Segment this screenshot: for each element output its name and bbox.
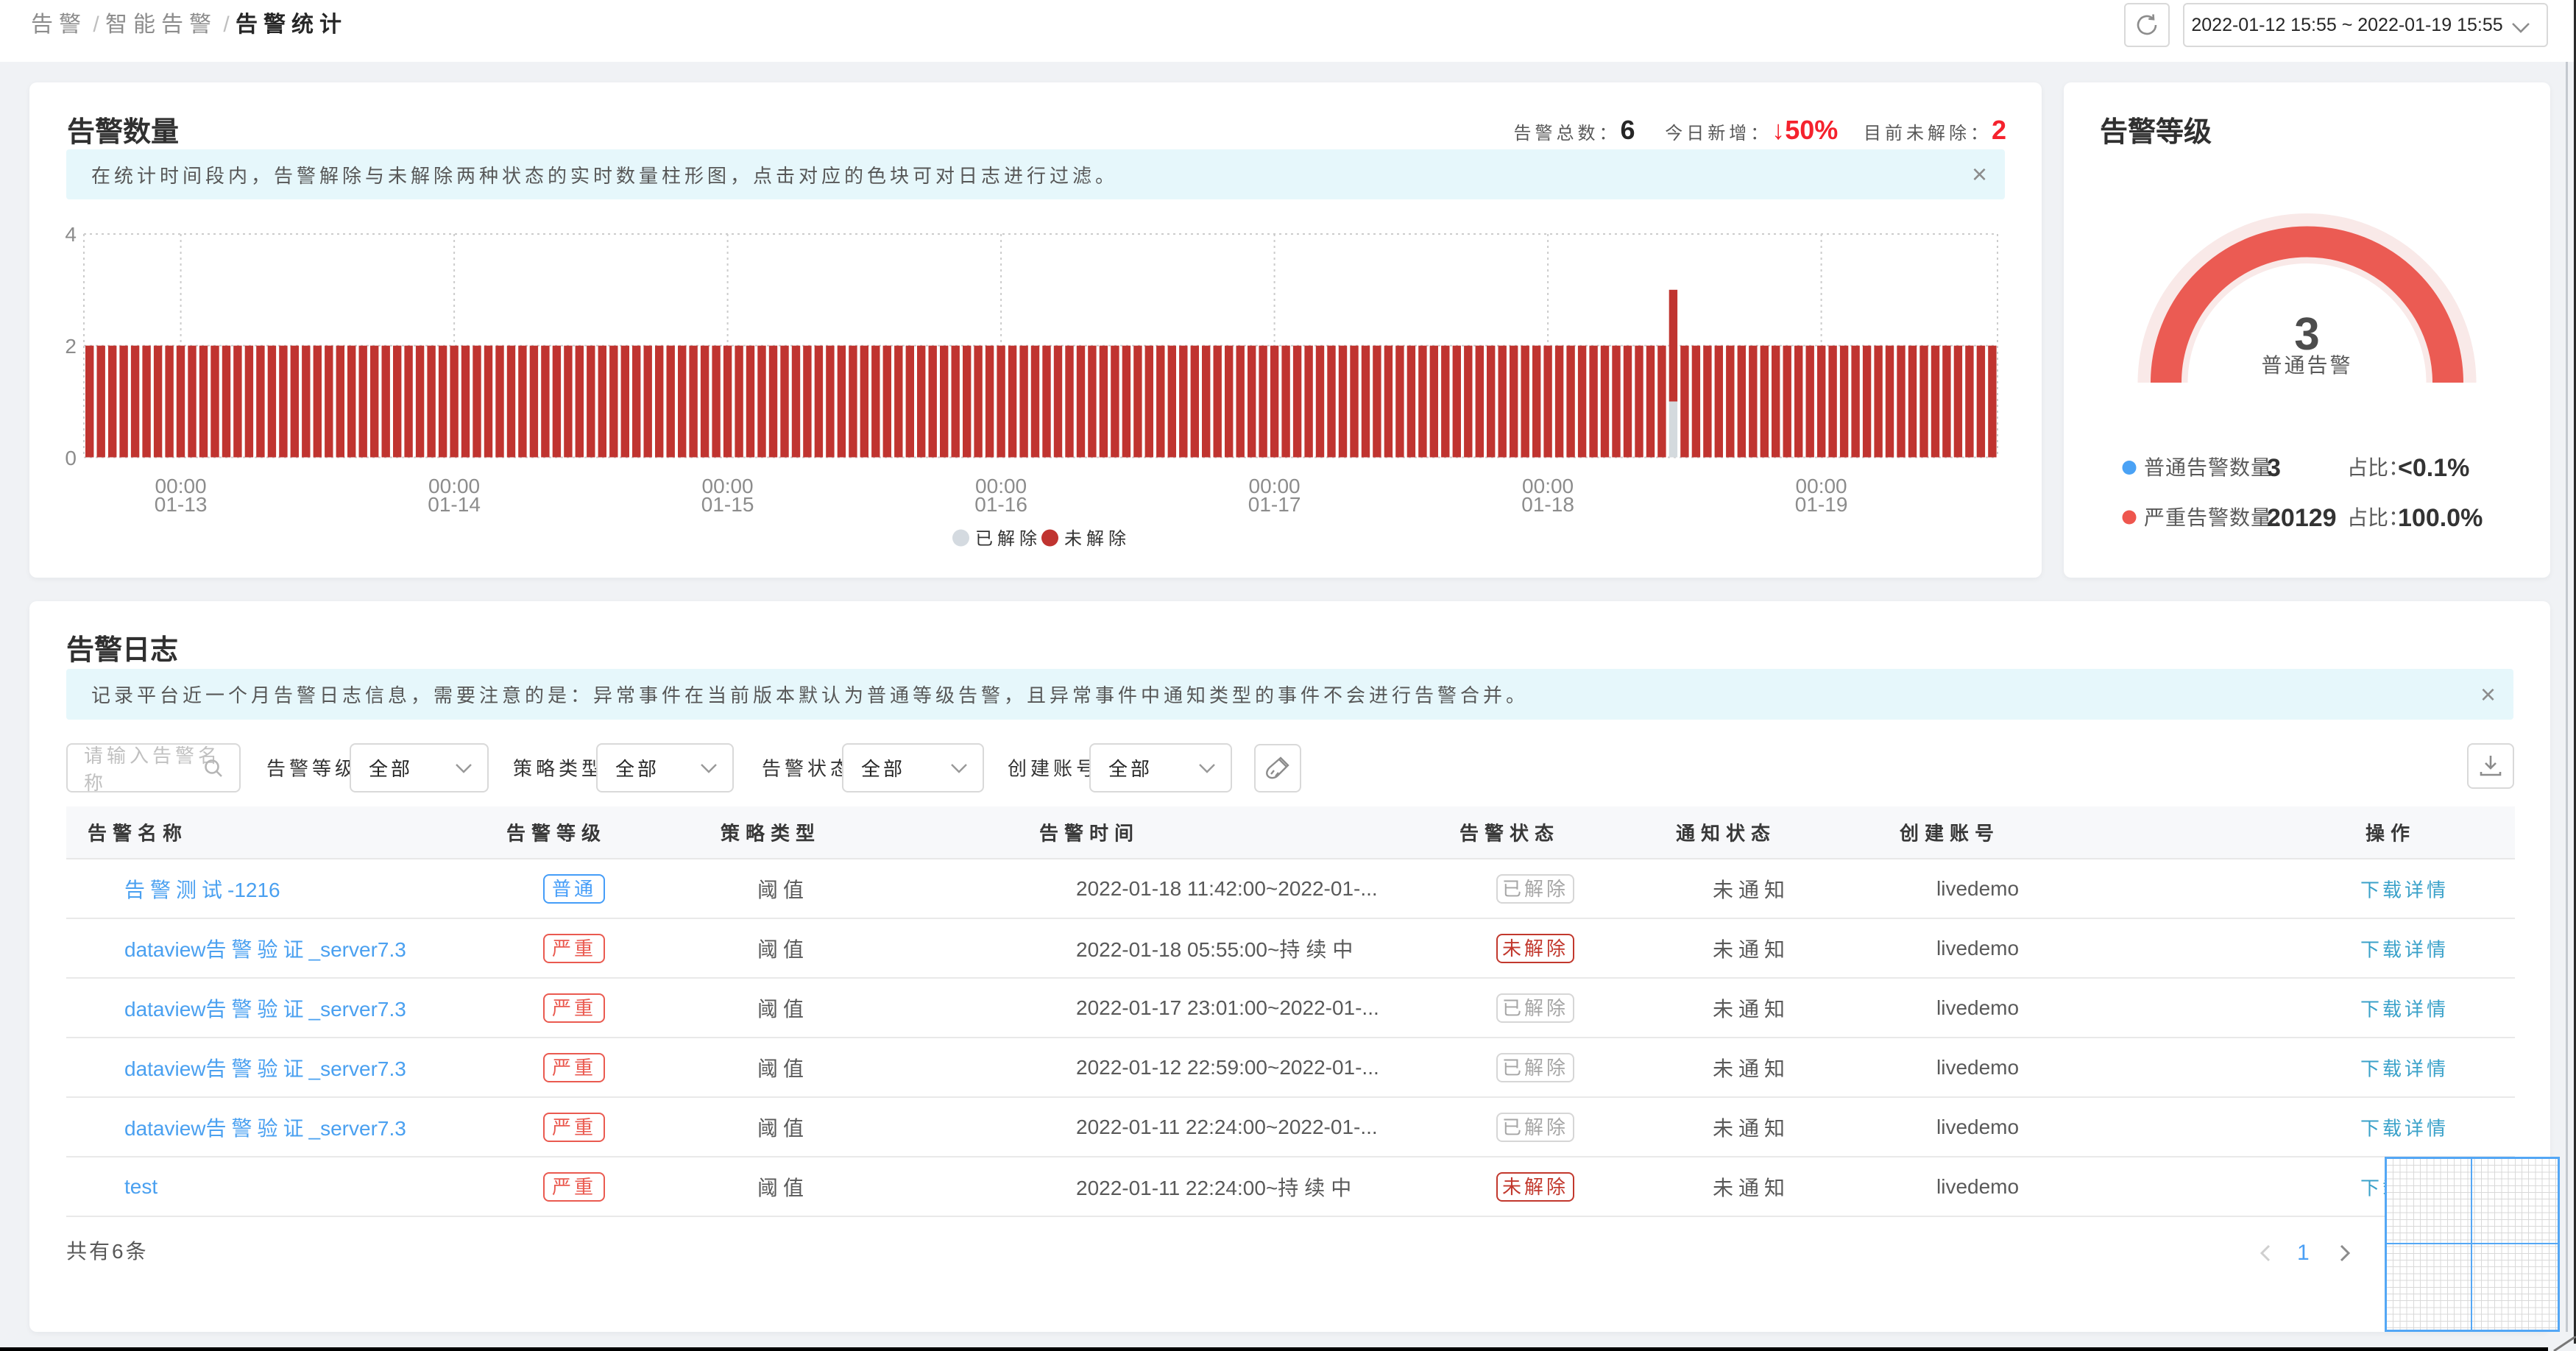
svg-text:3: 3 [2267,454,2281,482]
svg-text:0: 0 [65,447,77,469]
svg-text:01-15: 01-15 [701,493,754,516]
svg-text:01-19: 01-19 [1795,493,1848,516]
svg-text:已解除: 已解除 [975,529,1041,549]
svg-text:01-16: 01-16 [974,493,1027,516]
svg-text:<0.1%: <0.1% [2398,454,2469,482]
svg-text:4: 4 [65,223,77,246]
svg-text:01-18: 01-18 [1521,493,1574,516]
svg-text:01-17: 01-17 [1248,493,1301,516]
svg-text:普通告警: 普通告警 [2261,354,2352,377]
svg-text:100.0%: 100.0% [2398,504,2483,532]
svg-text:20129: 20129 [2267,504,2337,532]
svg-text:未解除: 未解除 [1064,529,1130,549]
svg-text:2: 2 [65,335,77,358]
svg-text:3: 3 [2294,309,2319,360]
svg-text:01-14: 01-14 [428,493,481,516]
svg-text:01-13: 01-13 [155,493,208,516]
